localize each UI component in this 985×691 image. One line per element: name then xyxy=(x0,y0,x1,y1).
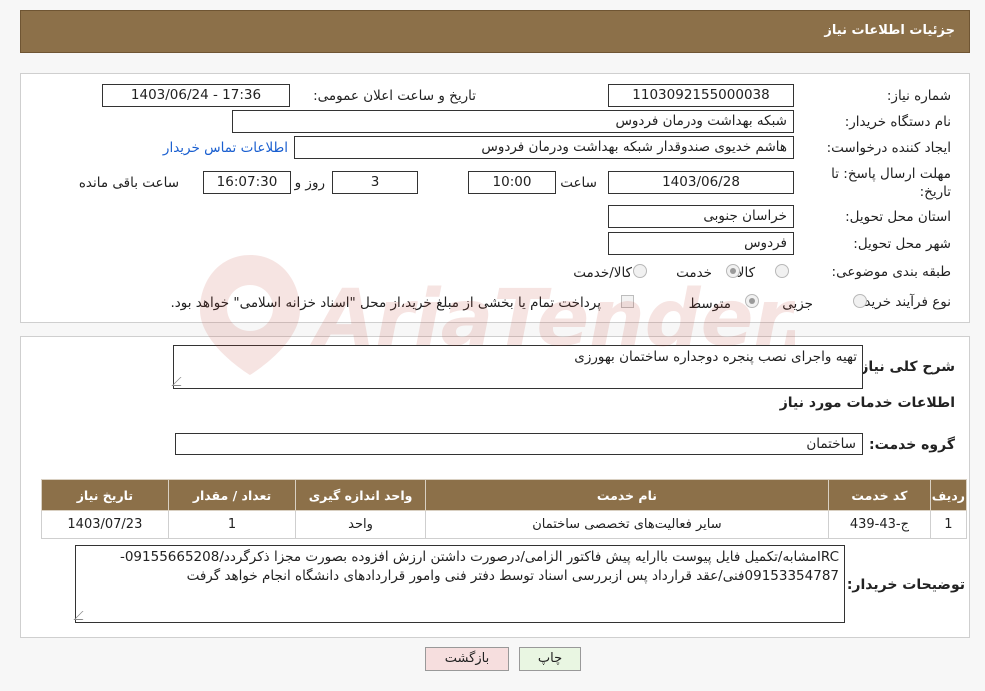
col-header-unit: واحد اندازه گیری xyxy=(295,479,426,511)
buyer-notes-label: توضیحات خریدار: xyxy=(846,577,965,593)
col-header-date: تاریخ نیاز xyxy=(41,479,169,511)
service-group-field[interactable]: ساختمان xyxy=(175,433,863,455)
category-radio-goods-service[interactable] xyxy=(633,264,647,278)
province-field[interactable]: خراسان جنوبی xyxy=(608,205,794,228)
announce-date-field[interactable]: 1403/06/24 - 17:36 xyxy=(102,84,290,107)
cell-quantity: 1 xyxy=(167,510,297,539)
cell-need-date: 1403/07/23 xyxy=(41,510,169,539)
services-table: ردیف کد خدمت نام خدمت واحد اندازه گیری ت… xyxy=(41,479,968,539)
need-details-panel: شرح کلی نیاز: تهیه واجرای نصب پنجره دوجد… xyxy=(20,336,970,638)
back-button[interactable]: بازگشت xyxy=(425,647,509,671)
buyer-notes-text: IRCمشابه/تکمیل فایل پیوست باارایه پیش فا… xyxy=(119,549,839,584)
category-label: طبقه بندی موضوعی: xyxy=(831,264,951,280)
deadline-date-field[interactable]: 1403/06/28 xyxy=(608,171,794,194)
cell-service-code: ج-43-439 xyxy=(828,510,931,539)
summary-label: شرح کلی نیاز: xyxy=(854,359,955,375)
treasury-payment-checkbox[interactable] xyxy=(621,295,634,308)
remaining-time-label: ساعت باقی مانده xyxy=(78,175,179,191)
deadline-time-field[interactable]: 10:00 xyxy=(468,171,556,194)
table-row[interactable]: 1 ج-43-439 سایر فعالیت‌های تخصصی ساختمان… xyxy=(41,510,968,539)
summary-text: تهیه واجرای نصب پنجره دوجداره ساختمان به… xyxy=(574,349,857,365)
creator-label: ایجاد کننده درخواست: xyxy=(826,140,951,156)
remaining-time-field[interactable]: 16:07:30 xyxy=(203,171,291,194)
buyer-contact-link[interactable]: اطلاعات تماس خریدار xyxy=(163,140,288,156)
col-header-name: نام خدمت xyxy=(424,479,830,511)
process-option-medium: متوسط xyxy=(688,296,731,312)
province-label: استان محل تحویل: xyxy=(845,209,951,225)
col-header-code: کد خدمت xyxy=(828,479,931,511)
days-label: روز و xyxy=(294,175,325,191)
treasury-payment-note: پرداخت تمام یا بخشی از مبلغ خرید،از محل … xyxy=(170,295,601,311)
cell-row-number: 1 xyxy=(929,510,968,539)
city-field[interactable]: فردوس xyxy=(608,232,794,255)
cell-unit: واحد xyxy=(295,510,426,539)
category-radio-service[interactable] xyxy=(726,264,740,278)
creator-field[interactable]: هاشم خدیوی صندوقدار شبکه بهداشت ودرمان ف… xyxy=(294,136,794,159)
process-type-label: نوع فرآیند خرید : xyxy=(855,294,951,310)
deadline-label-line2: تاریخ: xyxy=(919,184,951,200)
buyer-org-label: نام دستگاه خریدار: xyxy=(844,114,951,130)
city-label: شهر محل تحویل: xyxy=(853,236,951,252)
process-radio-minor[interactable] xyxy=(853,294,867,308)
need-number-field[interactable]: 1103092155000038 xyxy=(608,84,794,107)
need-info-panel: شماره نیاز: 1103092155000038 تاریخ و ساع… xyxy=(20,73,970,323)
cell-service-name: سایر فعالیت‌های تخصصی ساختمان xyxy=(424,510,830,539)
summary-textarea[interactable]: تهیه واجرای نصب پنجره دوجداره ساختمان به… xyxy=(171,345,863,389)
resize-grip-icon[interactable] xyxy=(73,611,92,620)
resize-grip-icon[interactable] xyxy=(171,377,190,386)
service-group-label: گروه خدمت: xyxy=(869,437,955,453)
col-header-row: ردیف xyxy=(929,479,968,511)
buyer-org-field[interactable]: شبکه بهداشت ودرمان فردوس xyxy=(232,110,794,133)
services-table-header: ردیف کد خدمت نام خدمت واحد اندازه گیری ت… xyxy=(41,479,968,511)
category-radio-goods[interactable] xyxy=(775,264,789,278)
announce-date-label: تاریخ و ساعت اعلان عمومی: xyxy=(313,88,476,104)
days-remaining-field[interactable]: 3 xyxy=(332,171,418,194)
col-header-quantity: تعداد / مقدار xyxy=(167,479,297,511)
page-title: جزئیات اطلاعات نیاز xyxy=(20,10,970,53)
print-button[interactable]: چاپ xyxy=(519,647,581,671)
category-option-goods-service: کالا/خدمت xyxy=(573,265,632,281)
services-section-title: اطلاعات خدمات مورد نیاز xyxy=(779,395,955,411)
buyer-notes-textarea[interactable]: IRCمشابه/تکمیل فایل پیوست باارایه پیش فا… xyxy=(73,545,845,623)
process-option-minor: جزیی xyxy=(782,296,813,312)
deadline-time-label: ساعت xyxy=(560,175,597,191)
category-option-service: خدمت xyxy=(676,265,712,281)
deadline-label-line1: مهلت ارسال پاسخ: تا xyxy=(831,166,951,182)
process-radio-medium[interactable] xyxy=(745,294,759,308)
need-number-label: شماره نیاز: xyxy=(886,88,951,104)
